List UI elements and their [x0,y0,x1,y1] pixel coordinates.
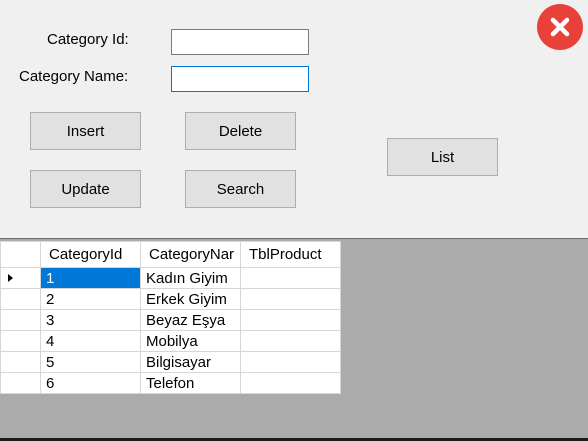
cell-categoryid[interactable]: 2 [40,288,141,310]
category-name-label: Category Name: [19,68,129,85]
cell-categoryname[interactable]: Mobilya [140,330,241,352]
table-header-row: CategoryId CategoryNar TblProduct [0,241,341,268]
cell-categoryname[interactable]: Erkek Giyim [140,288,241,310]
row-header[interactable] [0,351,41,373]
update-button[interactable]: Update [30,170,141,208]
close-x-icon [550,17,570,37]
table-row[interactable]: 6 Telefon [0,372,341,394]
close-button[interactable] [537,4,583,50]
cell-tblproduct[interactable] [240,330,341,352]
cell-categoryid[interactable]: 3 [40,309,141,331]
data-grid-view[interactable]: CategoryId CategoryNar TblProduct 1 Kadı… [0,238,588,441]
cell-tblproduct[interactable] [240,309,341,331]
delete-button[interactable]: Delete [185,112,296,150]
current-row-arrow-icon [8,274,13,282]
cell-categoryname[interactable]: Bilgisayar [140,351,241,373]
cell-categoryid[interactable]: 1 [40,267,141,289]
cell-categoryid[interactable]: 6 [40,372,141,394]
row-header[interactable] [0,330,41,352]
cell-categoryname[interactable]: Kadın Giyim [140,267,241,289]
row-header[interactable] [0,309,41,331]
column-header-categoryname[interactable]: CategoryNar [140,241,241,268]
category-id-input[interactable] [171,29,309,55]
row-header[interactable] [0,372,41,394]
cell-categoryname[interactable]: Telefon [140,372,241,394]
cell-tblproduct[interactable] [240,288,341,310]
table-row[interactable]: 1 Kadın Giyim [0,267,341,289]
category-table: CategoryId CategoryNar TblProduct 1 Kadı… [0,241,341,394]
category-name-input[interactable] [171,66,309,92]
row-header[interactable] [0,288,41,310]
table-row[interactable]: 4 Mobilya [0,330,341,352]
row-header[interactable] [0,267,41,289]
cell-tblproduct[interactable] [240,267,341,289]
cell-categoryid[interactable]: 4 [40,330,141,352]
category-id-label: Category Id: [47,31,129,48]
search-button[interactable]: Search [185,170,296,208]
column-header-tblproduct[interactable]: TblProduct [240,241,341,268]
table-row[interactable]: 2 Erkek Giyim [0,288,341,310]
list-button[interactable]: List [387,138,498,176]
cell-tblproduct[interactable] [240,351,341,373]
table-row[interactable]: 3 Beyaz Eşya [0,309,341,331]
corner-header[interactable] [0,241,41,268]
column-header-categoryid[interactable]: CategoryId [40,241,141,268]
form-area: Category Id: Category Name: Insert Delet… [0,0,588,238]
table-row[interactable]: 5 Bilgisayar [0,351,341,373]
cell-categoryid[interactable]: 5 [40,351,141,373]
cell-categoryname[interactable]: Beyaz Eşya [140,309,241,331]
insert-button[interactable]: Insert [30,112,141,150]
cell-tblproduct[interactable] [240,372,341,394]
